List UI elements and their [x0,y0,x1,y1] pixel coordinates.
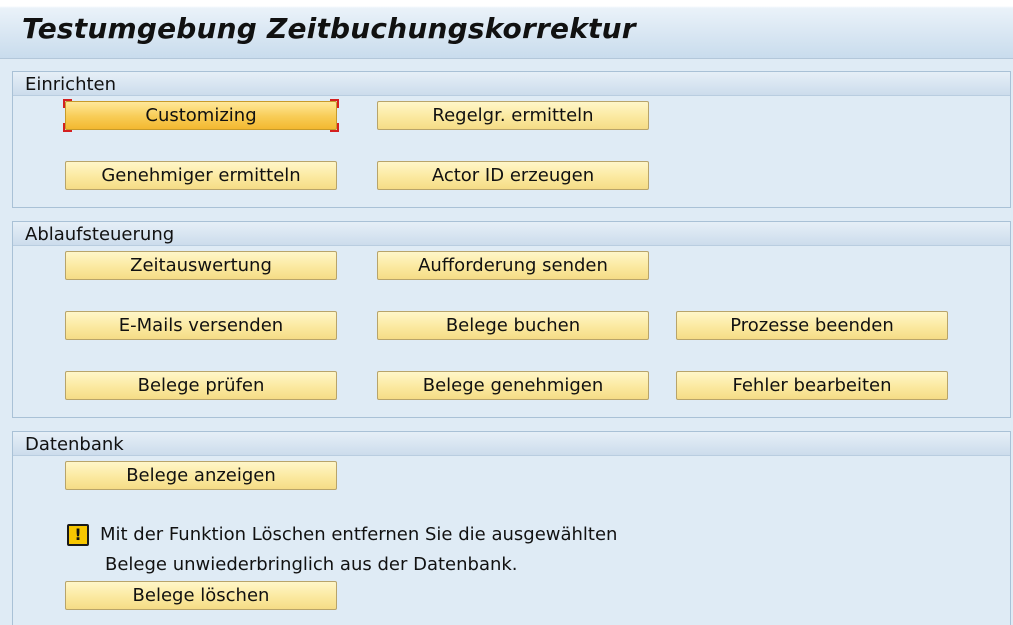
aufforderung-senden-button[interactable]: Aufforderung senden [377,251,649,280]
actor-id-erzeugen-button[interactable]: Actor ID erzeugen [377,161,649,190]
emails-versenden-button[interactable]: E-Mails versenden [65,311,337,340]
customizing-button-label: Customizing [145,105,257,126]
genehmiger-ermitteln-button[interactable]: Genehmiger ermitteln [65,161,337,190]
focus-corner [330,99,339,108]
warning-message-line1: Mit der Funktion Löschen entfernen Sie d… [100,524,618,545]
prozesse-beenden-button[interactable]: Prozesse beenden [676,311,948,340]
group-label-datenbank: Datenbank [25,434,124,455]
group-header-datenbank: Datenbank [13,432,1010,456]
zeitauswertung-button[interactable]: Zeitauswertung [65,251,337,280]
group-header-ablaufsteuerung: Ablaufsteuerung [13,222,1010,246]
belege-anzeigen-button[interactable]: Belege anzeigen [65,461,337,490]
fehler-bearbeiten-button[interactable]: Fehler bearbeiten [676,371,948,400]
belege-pruefen-button[interactable]: Belege prüfen [65,371,337,400]
group-ablaufsteuerung: Ablaufsteuerung Zeitauswertung Aufforder… [12,221,1011,418]
group-einrichten: Einrichten Customizing Regelgr. ermittel… [12,71,1011,208]
page-title: Testumgebung Zeitbuchungskorrektur [22,12,636,45]
focus-corner [63,123,72,132]
belege-loeschen-button[interactable]: Belege löschen [65,581,337,610]
group-header-einrichten: Einrichten [13,72,1010,96]
group-datenbank: Datenbank Belege anzeigen ! Mit der Funk… [12,431,1011,625]
warning-message-line2: Belege unwiederbringlich aus der Datenba… [105,554,518,575]
belege-genehmigen-button[interactable]: Belege genehmigen [377,371,649,400]
regelgr-ermitteln-button[interactable]: Regelgr. ermitteln [377,101,649,130]
customizing-button[interactable]: Customizing [63,99,339,132]
group-label-ablaufsteuerung: Ablaufsteuerung [25,224,175,245]
belege-buchen-button[interactable]: Belege buchen [377,311,649,340]
title-bar: Testumgebung Zeitbuchungskorrektur [0,0,1013,59]
group-label-einrichten: Einrichten [25,74,117,95]
focus-corner [63,99,72,108]
focus-corner [330,123,339,132]
warning-icon: ! [67,524,89,546]
